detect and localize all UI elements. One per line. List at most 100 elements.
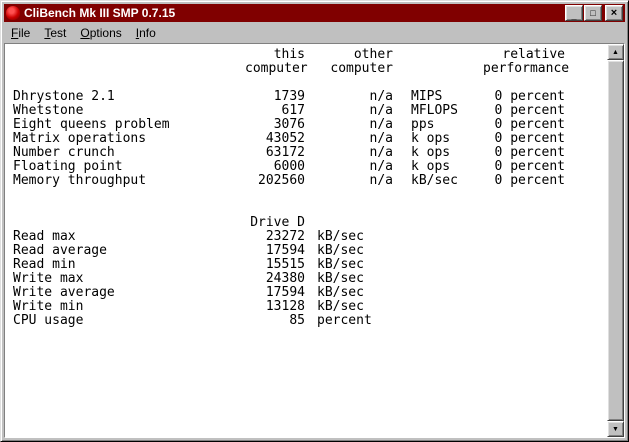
maximize-icon: □ (590, 7, 596, 18)
this-computer-value: 63172 (265, 145, 305, 160)
unit-label: MIPS (411, 89, 443, 104)
drive-row-cpu-usage: CPU usage 85 percent (13, 314, 607, 328)
benchmark-row-dhrystone: Dhrystone 2.1 1739 n/a MIPS 0 percent (13, 90, 607, 104)
close-button[interactable]: × (605, 5, 623, 21)
drive-row-write-max: Write max 24380 kB/sec (13, 272, 607, 286)
drive-metric-label: Write average (13, 285, 115, 300)
drive-metric-label: Write max (13, 271, 84, 286)
this-computer-value: 6000 (273, 159, 305, 174)
other-computer-value: n/a (369, 159, 393, 174)
drive-row-write-average: Write average 17594 kB/sec (13, 286, 607, 300)
relative-performance-value: 0 percent (494, 89, 565, 104)
other-computer-value: n/a (369, 173, 393, 188)
unit-label: k ops (411, 159, 451, 174)
scroll-up-button[interactable]: ▲ (607, 44, 624, 60)
header-row: this computer other computer relative pe… (13, 48, 607, 76)
drive-metric-unit: kB/sec (317, 299, 364, 314)
this-computer-value: 1739 (273, 89, 305, 104)
column-header-relative-performance: relative performance (483, 47, 570, 76)
benchmark-label: Matrix operations (13, 131, 147, 146)
window-controls: _ □ × (564, 5, 623, 21)
other-computer-value: n/a (369, 145, 393, 160)
this-computer-value: 43052 (265, 131, 305, 146)
this-computer-value: 3076 (273, 117, 305, 132)
other-computer-value: n/a (369, 131, 393, 146)
maximize-button[interactable]: □ (584, 5, 602, 21)
scroll-down-button[interactable]: ▼ (607, 421, 624, 437)
menu-item-info[interactable]: Info (129, 24, 163, 42)
close-icon: × (610, 6, 618, 19)
column-header-this-computer: this computer (245, 47, 308, 76)
benchmark-label: Floating point (13, 159, 123, 174)
unit-label: pps (411, 117, 435, 132)
benchmark-row-matrix-operations: Matrix operations 43052 n/a k ops 0 perc… (13, 132, 607, 146)
drive-metric-unit: kB/sec (317, 229, 364, 244)
benchmark-row-memory-throughput: Memory throughput 202560 n/a kB/sec 0 pe… (13, 174, 607, 188)
other-computer-value: n/a (369, 89, 393, 104)
menu-bar: File Test Options Info (4, 22, 625, 43)
drive-header-row: Drive D (13, 216, 607, 230)
unit-label: MFLOPS (411, 103, 458, 118)
content-area: this computer other computer relative pe… (4, 43, 625, 438)
benchmark-label: Whetstone (13, 103, 84, 118)
drive-metric-unit: kB/sec (317, 285, 364, 300)
unit-label: k ops (411, 145, 451, 160)
drive-metric-value: 85 (289, 313, 305, 328)
window-title: CliBench Mk III SMP 0.7.15 (24, 6, 176, 20)
benchmark-row-number-crunch: Number crunch 63172 n/a k ops 0 percent (13, 146, 607, 160)
scroll-thumb[interactable] (607, 60, 624, 421)
drive-metric-value: 15515 (265, 257, 305, 272)
menu-item-test[interactable]: Test (37, 24, 73, 42)
up-arrow-icon: ▲ (612, 48, 619, 56)
drive-metric-unit: kB/sec (317, 243, 364, 258)
down-arrow-icon: ▼ (612, 425, 619, 433)
app-window: CliBench Mk III SMP 0.7.15 _ □ × File Te… (0, 0, 629, 442)
other-computer-value: n/a (369, 117, 393, 132)
drive-metric-value: 17594 (265, 285, 305, 300)
drive-row-write-min: Write min 13128 kB/sec (13, 300, 607, 314)
relative-performance-value: 0 percent (494, 159, 565, 174)
this-computer-value: 202560 (258, 173, 305, 188)
benchmark-row-eight-queens: Eight queens problem 3076 n/a pps 0 perc… (13, 118, 607, 132)
drive-metric-unit: percent (317, 313, 372, 328)
vertical-scrollbar[interactable]: ▲ ▼ (607, 44, 624, 437)
benchmark-label: Eight queens problem (13, 117, 170, 132)
drive-metric-label: Read min (13, 257, 76, 272)
benchmark-row-whetstone: Whetstone 617 n/a MFLOPS 0 percent (13, 104, 607, 118)
drive-metric-label: Read max (13, 229, 76, 244)
relative-performance-value: 0 percent (494, 173, 565, 188)
minimize-button[interactable]: _ (565, 5, 583, 21)
unit-label: kB/sec (411, 173, 458, 188)
drive-row-read-max: Read max 23272 kB/sec (13, 230, 607, 244)
menu-item-options[interactable]: Options (73, 24, 128, 42)
other-computer-value: n/a (369, 103, 393, 118)
relative-performance-value: 0 percent (494, 117, 565, 132)
unit-label: k ops (411, 131, 451, 146)
app-icon[interactable] (6, 6, 20, 20)
drive-header: Drive D (250, 215, 305, 230)
relative-performance-value: 0 percent (494, 145, 565, 160)
drive-metric-value: 13128 (265, 299, 305, 314)
benchmark-label: Number crunch (13, 145, 115, 160)
drive-metric-label: Write min (13, 299, 84, 314)
title-bar[interactable]: CliBench Mk III SMP 0.7.15 _ □ × (4, 4, 625, 22)
drive-row-read-average: Read average 17594 kB/sec (13, 244, 607, 258)
drive-metric-value: 24380 (265, 271, 305, 286)
results-table: this computer other computer relative pe… (5, 44, 607, 437)
drive-metric-label: Read average (13, 243, 107, 258)
benchmark-row-floating-point: Floating point 6000 n/a k ops 0 percent (13, 160, 607, 174)
menu-item-file[interactable]: File (4, 24, 37, 42)
relative-performance-value: 0 percent (494, 103, 565, 118)
drive-metric-value: 17594 (265, 243, 305, 258)
benchmark-label: Memory throughput (13, 173, 147, 188)
drive-metric-unit: kB/sec (317, 271, 364, 286)
this-computer-value: 617 (281, 103, 305, 118)
drive-metric-value: 23272 (265, 229, 305, 244)
drive-row-read-min: Read min 15515 kB/sec (13, 258, 607, 272)
column-header-other-computer: other computer (330, 47, 393, 76)
minimize-icon: _ (571, 10, 577, 21)
drive-metric-label: CPU usage (13, 313, 84, 328)
relative-performance-value: 0 percent (494, 131, 565, 146)
